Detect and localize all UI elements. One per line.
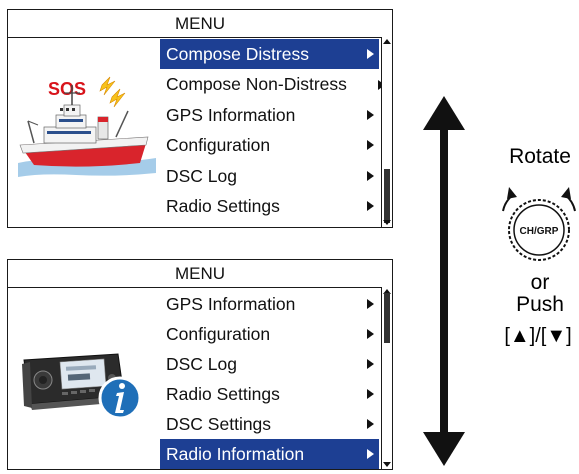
push-label: Push (516, 293, 564, 316)
chevron-right-icon (367, 419, 374, 429)
menu-item-radio-settings[interactable]: Radio Settings (160, 191, 379, 221)
chevron-right-icon (367, 329, 374, 339)
menu-item-label: Radio Settings (166, 384, 280, 404)
menu-item-dsc-log[interactable]: DSC Log (160, 161, 379, 191)
scroll-thumb[interactable] (384, 169, 390, 223)
chevron-right-icon (367, 140, 374, 151)
sos-label: SOS (48, 79, 86, 99)
menu-item-label: DSC Settings (166, 414, 272, 434)
menu-item-label: DSC Log (166, 354, 238, 374)
menu-item-gps-information[interactable]: GPS Information (160, 100, 379, 130)
menu-item-label: Configuration (166, 324, 271, 344)
menu-item-label: GPS Information (166, 104, 296, 125)
menu-item-radio-settings[interactable]: Radio Settings (160, 379, 379, 409)
lightning-icon (99, 76, 116, 96)
ch-grp-label: CH/GRP (520, 226, 559, 237)
menu-item-radio-information[interactable]: Radio Information (160, 439, 379, 469)
scrollbar[interactable] (381, 287, 392, 469)
up-down-arrow-icon (423, 96, 465, 466)
chevron-right-icon (367, 109, 374, 120)
menu-list: GPS Information Configuration DSC Log Ra… (160, 289, 379, 469)
scroll-thumb[interactable] (384, 293, 390, 343)
distress-ship-illustration: SOS (18, 76, 156, 177)
radio-information-illustration (22, 353, 142, 420)
menu-item-label: Compose Distress (166, 44, 309, 64)
scroll-up-icon (383, 39, 391, 44)
menu-title: MENU (8, 260, 392, 288)
chevron-right-icon (367, 299, 374, 309)
menu-item-label: GPS Information (166, 294, 296, 314)
menu-item-configuration[interactable]: Configuration (160, 319, 379, 349)
menu-screen-top: MENU SOS Compose Distress Compose Non-Di… (7, 9, 393, 228)
chevron-right-icon (367, 389, 374, 399)
chevron-right-icon (367, 49, 374, 60)
menu-item-gps-information[interactable]: GPS Information (160, 289, 379, 319)
chevron-right-icon (367, 449, 374, 459)
menu-title: MENU (8, 10, 392, 38)
lightning-icon (109, 88, 126, 108)
menu-screen-bottom: MENU GPS Information Configuration DSC L… (7, 259, 393, 470)
ch-grp-knob[interactable]: CH/GRP (499, 181, 579, 271)
scroll-down-icon (383, 220, 391, 225)
menu-item-compose-non-distress[interactable]: Compose Non-Distress (160, 69, 385, 99)
chevron-right-icon (367, 170, 374, 181)
scrollbar[interactable] (381, 37, 392, 227)
menu-item-label: Radio Information (166, 444, 305, 464)
menu-item-dsc-settings[interactable]: DSC Settings (160, 409, 379, 439)
rotate-label: Rotate (509, 145, 571, 168)
scroll-down-icon (383, 462, 391, 467)
menu-item-label: Radio Settings (166, 195, 280, 216)
menu-item-configuration[interactable]: Configuration (160, 130, 379, 160)
menu-item-label: Compose Non-Distress (166, 74, 347, 95)
or-label: or (530, 271, 550, 294)
menu-item-label: Configuration (166, 135, 271, 156)
menu-item-label: DSC Log (166, 165, 238, 186)
chevron-right-icon (367, 201, 374, 212)
chevron-right-icon (367, 359, 374, 369)
menu-list: Compose Distress Compose Non-Distress GP… (160, 39, 385, 221)
menu-item-dsc-log[interactable]: DSC Log (160, 349, 379, 379)
menu-item-compose-distress[interactable]: Compose Distress (160, 39, 379, 70)
up-down-keys-label: [▲]/[▼] (504, 325, 572, 347)
